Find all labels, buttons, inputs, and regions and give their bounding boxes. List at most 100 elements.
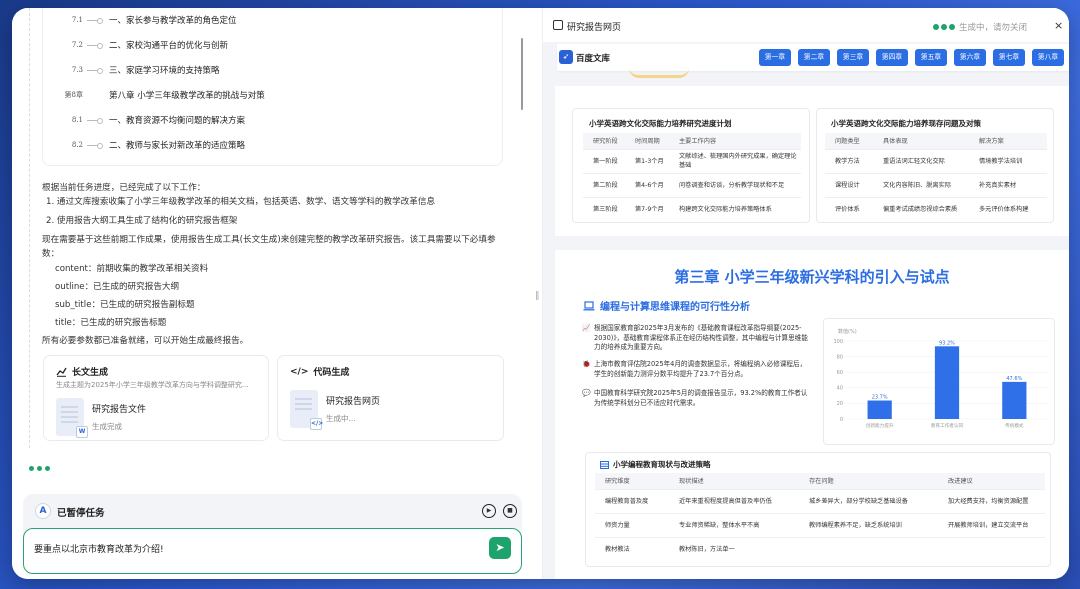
toc-number: 7.1: [71, 16, 83, 24]
table-row: 第一阶段 第1-3个月 文献综述、梳理国内外研究成果，确定理论基础: [583, 148, 801, 173]
finding-line: 上海市教育评估院2025年4月的调查数据显示，将编程纳入必修课程后，: [594, 360, 807, 368]
table-cell: 构建跨文化交际能力培养策略体系: [669, 196, 801, 221]
table-cell: 第二阶段: [583, 172, 625, 197]
table-header: 现状描述: [669, 473, 799, 489]
param-item: sub_title：已生成的研究报告副标题: [55, 300, 195, 310]
nav-chapter-2[interactable]: 第二章: [798, 49, 830, 66]
y-tick-label: 20: [837, 401, 843, 407]
card-title-text: 长文生成: [72, 368, 109, 378]
table-cell: 第一阶段: [583, 148, 625, 173]
toc-scrollbar[interactable]: [521, 38, 523, 110]
table-cell: 第4-6个月: [625, 172, 669, 197]
rocket-icon: ➶: [559, 50, 573, 64]
file-item[interactable]: </> 研究报告网页 生成中...: [290, 386, 480, 431]
nav-chapter-6[interactable]: 第六章: [954, 49, 986, 66]
longtext-card[interactable]: 长文生成 生成主题为2025年小学三年级教学改革方向与学科调整研究... W 研…: [43, 355, 269, 441]
y-tick-label: 40: [837, 386, 843, 392]
y-tick-label: 80: [837, 354, 843, 360]
close-button[interactable]: ×: [1054, 19, 1063, 32]
section-heading: 编程与计算思维课程的可行性分析: [583, 298, 750, 313]
table-icon: [600, 460, 609, 469]
nav-chapter-5[interactable]: 第五章: [915, 49, 947, 66]
bar-value-label: 23.7%: [872, 395, 888, 401]
nav-chapter-8[interactable]: 第八章: [1032, 49, 1064, 66]
strategy-table: 研究维度 现状描述 存在问题 改进建议 编程教育普及度 近年来重视程度提高但普及率仍低城…: [595, 473, 1045, 561]
table-cell: 教材陈旧，方法单一: [669, 536, 799, 561]
nav-chapter-1[interactable]: 第一章: [759, 49, 791, 66]
message-input[interactable]: 要重点以北京市教育改革为介绍! ➤: [23, 528, 522, 574]
preview-header: 研究报告网页 生成中，请勿关闭 ×: [543, 8, 1069, 42]
site-brand[interactable]: 百度文库: [576, 52, 610, 64]
progress-item: 1. 通过文库搜索收集了小学三年级教学改革的相关文档，包括英语、数学、语文等学科…: [46, 197, 436, 207]
toc-text: 二、家校沟通平台的优化与创新: [109, 41, 229, 51]
table-header: 具体表现: [873, 133, 969, 149]
strategy-table-card: 小学编程教育现状与改进策略 研究维度 现状描述 存在问题 改进建议 编程教育普及度 近年…: [585, 452, 1051, 567]
progress-intro: 根据当前任务进度，已经完成了以下工作：: [42, 183, 206, 193]
x-tick-label: 教育工作者认同: [931, 422, 964, 429]
toc-text: 第八章 小学三年级教学改革的挑战与对策: [109, 91, 265, 101]
word-badge-icon: W: [76, 425, 88, 438]
table-row: 第二阶段 第4-6个月 问卷调查和访谈，分析教学现状和不足: [583, 172, 801, 197]
table-cell: 文化内容陈旧、脱离实际: [873, 172, 969, 197]
table-cell: [799, 536, 938, 561]
bug-icon: 🐞: [582, 360, 591, 368]
finding-line: 为传统学科划分已不适应时代需求。: [594, 398, 700, 407]
ready-text: 所有必要参数都已准备就绪，可以开始生成最终报告。: [42, 336, 249, 346]
play-button[interactable]: ▶: [482, 504, 496, 518]
toc-chapter-row[interactable]: 第8章 第八章 小学三年级教学改革的挑战与对策: [43, 86, 265, 104]
chapter3-title: 第三章 小学三年级新兴学科的引入与试点: [674, 268, 950, 286]
resize-handle-icon[interactable]: ‖: [535, 291, 540, 301]
preview-title: 研究报告网页: [567, 23, 622, 33]
toc-row[interactable]: 7.3 三、家庭学习环境的支持策略: [43, 61, 220, 79]
y-tick-label: 0: [840, 417, 843, 423]
agent-logo-icon: A: [35, 503, 51, 519]
table-cell: 第1-3个月: [625, 148, 669, 173]
chapter2-section: 小学英语跨文化交际能力培养研究进度计划 研究阶段 时间周期 主要工作内容 第一阶段第…: [555, 86, 1069, 236]
table-cell: 文献综述、梳理国内外研究成果，确定理论基础: [669, 148, 801, 173]
table-row: 第三阶段 第7-9个月 构建跨文化交际能力培养策略体系: [583, 196, 801, 221]
message-input-value[interactable]: 要重点以北京市教育改革为介绍!: [34, 542, 164, 555]
table-cell: 补充真实素材: [969, 172, 1047, 197]
nav-chapter-4[interactable]: 第四章: [876, 49, 908, 66]
table-cell: 教学方法: [825, 148, 873, 173]
nav-chapter-7[interactable]: 第七章: [993, 49, 1025, 66]
code-icon: </>: [290, 366, 309, 377]
code-card-title: </> 代码生成: [290, 365, 350, 379]
preview-pane: 研究报告网页 生成中，请勿关闭 × ➶ 百度文库 第一章 第二章 第三章 第四章…: [543, 8, 1069, 579]
finding-line: 根据国家教育部2025年3月发布的《基础教育课程改革指导纲要(2025-: [594, 324, 802, 332]
file-item[interactable]: W 研究报告文件 生成完成: [56, 394, 246, 439]
send-button[interactable]: ➤: [489, 537, 511, 559]
table-header: 解决方案: [969, 133, 1047, 149]
chat-icon: 💬: [582, 389, 591, 397]
table-cell: 师资力量: [595, 512, 669, 537]
finding-line: 2030)》，基础教育课程体系正在经历结构性调整，其中编程与计算思维能: [594, 333, 808, 342]
code-card[interactable]: </> 代码生成 </> 研究报告网页 生成中...: [277, 355, 504, 441]
nav-chapter-3[interactable]: 第三章: [837, 49, 869, 66]
toc-row[interactable]: 8.1 一、教育资源不均衡问题的解决方案: [43, 111, 245, 129]
section-title-text: 编程与计算思维课程的可行性分析: [600, 302, 750, 313]
toc-row[interactable]: 7.1 一、家长参与教学改革的角色定位: [43, 11, 237, 29]
toc-row[interactable]: 8.2 二、教师与家长对新改革的适应策略: [43, 136, 245, 154]
toc-row[interactable]: 7.2 二、家校沟通平台的优化与创新: [43, 36, 228, 54]
table-cell: 情境教学法培训: [969, 148, 1047, 173]
table-header: 研究阶段: [583, 133, 625, 149]
generation-status: 生成中，请勿关闭: [959, 23, 1028, 33]
toc-number: 8.1: [71, 116, 83, 124]
chat-pane: 7.1 一、家长参与教学改革的角色定位 7.2 二、家校沟通平台的优化与创新 7.3…: [12, 8, 542, 579]
toc-number: 7.2: [71, 41, 83, 49]
table-cell: 近年来重视程度提高但普及率仍低: [669, 488, 799, 513]
file-status: 生成中...: [326, 413, 356, 423]
toc-connector: [87, 17, 103, 24]
card-title-text: 代码生成: [313, 368, 350, 378]
timeline-line: [29, 8, 30, 448]
problem-table: 问题类型 具体表现 解决方案 教学方法 重语法词汇轻文化交际 情境教学法培训 课程设计文…: [825, 133, 1047, 221]
webpage-icon: [553, 20, 563, 30]
problem-table-card: 小学英语跨文化交际能力培养现存问题及对策 问题类型 具体表现 解决方案 教学方法 重语…: [816, 108, 1054, 223]
table-cell: 重语法词汇轻文化交际: [873, 148, 969, 173]
loading-dots-icon: [933, 24, 955, 30]
table-cell: 教师编程素养不足，缺乏系统培训: [799, 512, 938, 537]
table-row: 课程设计 文化内容陈旧、脱离实际 补充真实素材: [825, 172, 1047, 197]
stop-button[interactable]: ■: [503, 504, 517, 518]
site-navbar: ➶ 百度文库 第一章 第二章 第三章 第四章 第五章 第六章 第七章 第八章: [557, 44, 1069, 71]
toc-connector: [87, 142, 103, 149]
